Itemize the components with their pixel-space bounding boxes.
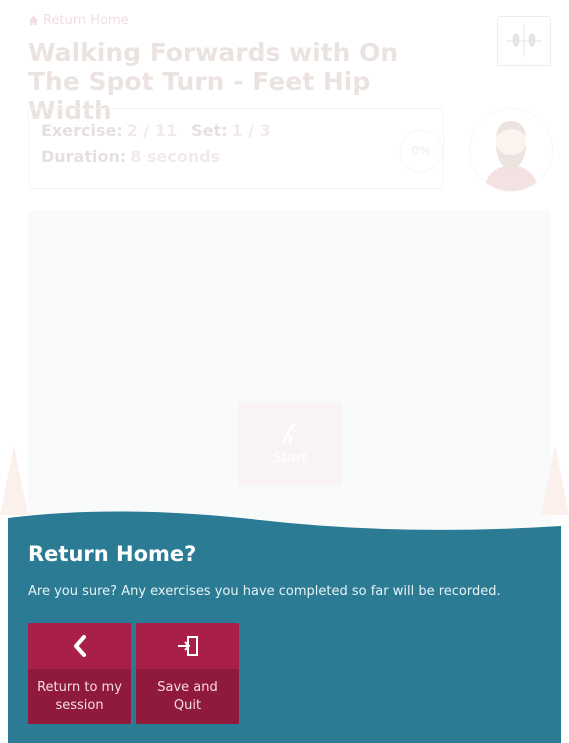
save-and-quit-button[interactable]: Save and Quit	[136, 623, 239, 724]
duration-value: 8 seconds	[130, 147, 221, 166]
exit-door-icon	[177, 636, 198, 656]
progress-ring: 0%	[399, 129, 443, 173]
return-home-dialog: Return Home? Are you sure? Any exercises…	[8, 530, 561, 743]
chevron-left-icon	[73, 635, 86, 657]
duration-label: Duration:	[41, 147, 127, 166]
exercise-label: Exercise:	[41, 121, 123, 140]
start-button[interactable]: Start	[238, 403, 342, 485]
exercise-video-area	[28, 210, 551, 540]
exercise-value: 2 / 11	[126, 121, 178, 140]
breadcrumb-label: Return Home	[43, 13, 129, 28]
set-value: 1 / 3	[231, 121, 271, 140]
return-to-session-button[interactable]: Return to my session	[28, 623, 131, 724]
decorative-mountain-left	[0, 445, 28, 515]
dialog-message: Are you sure? Any exercises you have com…	[28, 584, 501, 599]
dialog-title: Return Home?	[28, 542, 197, 566]
feet-position-button[interactable]	[497, 16, 551, 66]
decorative-mountain-right	[541, 445, 569, 515]
progress-text: 0%	[411, 144, 431, 158]
exercise-info-card: Exercise: 2 / 11 Set: 1 / 3 Duration: 8 seco…	[28, 108, 444, 189]
duration-line: Duration: 8 seconds	[41, 147, 220, 166]
home-icon	[28, 15, 39, 26]
breadcrumb[interactable]: Return Home	[28, 13, 129, 28]
set-label: Set:	[191, 121, 228, 140]
stretch-figure-icon	[283, 423, 296, 444]
save-and-quit-label: Save and Quit	[136, 669, 239, 724]
exercise-count-line: Exercise: 2 / 11 Set: 1 / 3	[41, 121, 271, 140]
return-to-session-label: Return to my session	[28, 669, 131, 724]
feet-icon	[506, 25, 542, 57]
trainer-avatar	[469, 108, 553, 192]
trainer-portrait-icon	[470, 109, 552, 191]
start-label: Start	[272, 450, 308, 466]
